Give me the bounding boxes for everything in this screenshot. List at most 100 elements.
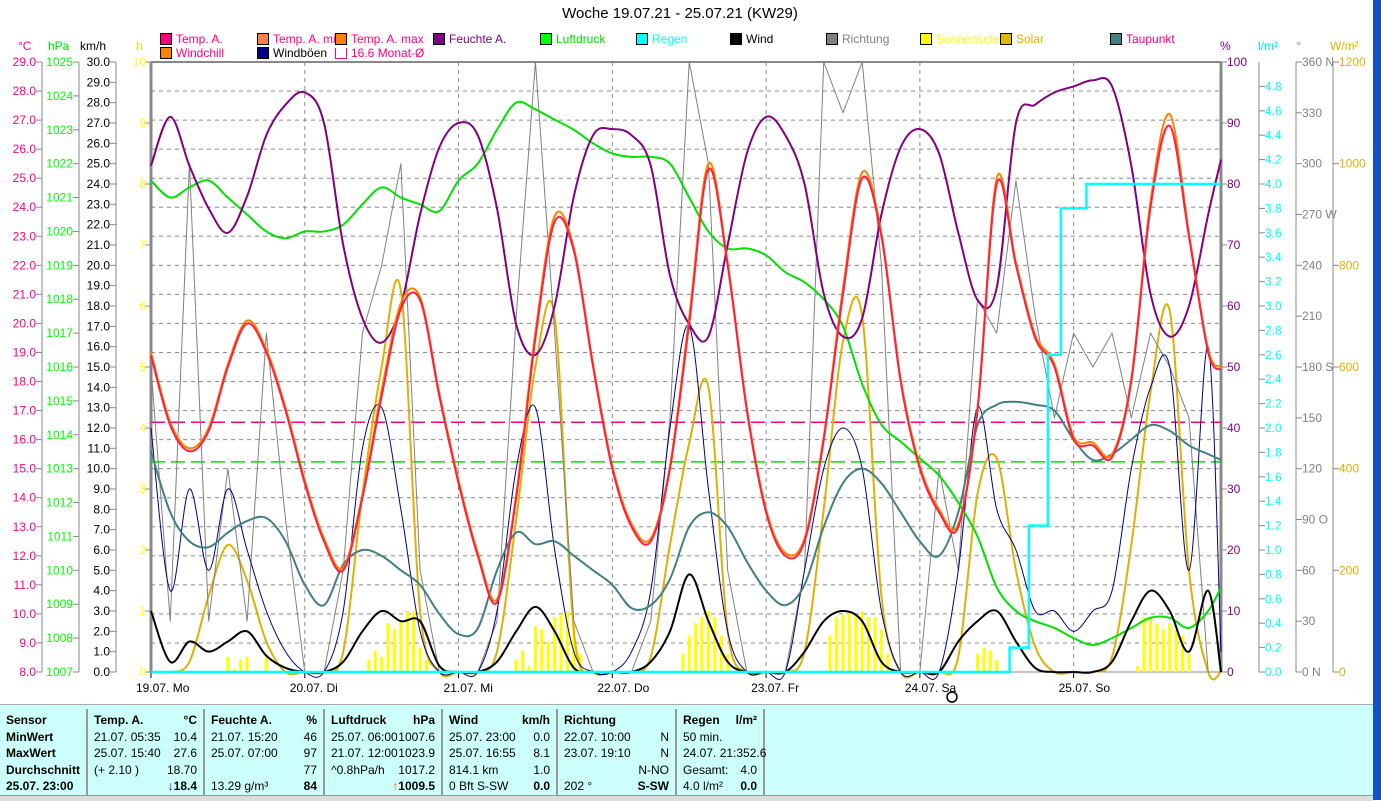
stats-cell-value: 4.0 xyxy=(740,763,757,779)
stats-value-text: 1017.2 xyxy=(398,762,435,777)
stats-column: Temp. A. °C 21.07. 05:35 10.4 25.07. 15:40 27… xyxy=(88,709,205,795)
tick-label-kmh: 11.0 xyxy=(88,441,111,455)
stats-value-text: 84 xyxy=(303,779,317,793)
tick-label-deg: 330 xyxy=(1302,106,1322,120)
stats-cell-value: l/m² xyxy=(736,713,757,729)
stats-row: 77 xyxy=(211,763,317,779)
sunshine-bar xyxy=(245,656,249,672)
sunshine-bar xyxy=(399,620,403,672)
tick-label-h: 9 xyxy=(139,116,146,130)
stats-cell-label: 0 Bft S-SW xyxy=(449,779,509,793)
tick-label-hpa: 1019 xyxy=(46,258,73,272)
stats-value-text: 77 xyxy=(303,762,317,777)
stats-cell-label: 25.07. 07:00 xyxy=(211,746,278,760)
tick-label-hpa: 1008 xyxy=(46,631,73,645)
stats-cell-label: Luftdruck xyxy=(331,713,387,727)
tick-label-pct: 50 xyxy=(1227,360,1241,374)
sunshine-bar xyxy=(835,617,839,672)
sunshine-bar xyxy=(1161,629,1165,672)
sunshine-bar xyxy=(1136,665,1140,672)
tick-label-h: 4 xyxy=(139,421,146,435)
stats-row: 0 Bft S-SW 0.0 xyxy=(449,779,550,795)
weather-chart: 8.09.010.011.012.013.014.015.016.017.018… xyxy=(13,55,1366,703)
tick-label-kmh: 13.0 xyxy=(87,401,111,415)
tick-label-rain: 4.2 xyxy=(1265,153,1282,167)
stats-cell-value: hPa xyxy=(413,713,435,729)
tick-label-deg: 270 W xyxy=(1302,208,1337,222)
stats-value-text: 0.0 xyxy=(740,779,757,793)
tick-label-deg: 180 S xyxy=(1302,360,1333,374)
tick-label-c: 20.0 xyxy=(13,316,37,330)
stats-cell-value: 1.0 xyxy=(533,763,550,779)
tick-label-kmh: 29.0 xyxy=(87,75,111,89)
tick-label-kmh: 24.0 xyxy=(87,177,111,191)
stats-value-text: 0.0 xyxy=(533,779,550,793)
sunshine-bar xyxy=(226,656,230,672)
tick-label-rain: 4.8 xyxy=(1265,79,1282,93)
stats-cell-value: 84 xyxy=(304,779,317,795)
stats-row: MinWert xyxy=(6,730,80,746)
tick-label-rain: 2.8 xyxy=(1265,323,1282,337)
tick-label-hpa: 1012 xyxy=(46,496,73,510)
tick-label-kmh: 3.0 xyxy=(93,604,110,618)
tick-label-kmh: 12.0 xyxy=(87,421,111,435)
stats-value-text: 27.6 xyxy=(173,746,197,760)
tick-label-hpa: 1025 xyxy=(46,55,73,69)
tick-label-rain: 3.4 xyxy=(1265,250,1282,264)
stats-row: 23.07. 19:10 N xyxy=(564,746,669,762)
stats-value-text: 2.6 xyxy=(749,746,767,760)
series-line-regen xyxy=(151,182,1221,674)
tick-label-c: 28.0 xyxy=(13,84,37,98)
stats-cell-label: Richtung xyxy=(564,713,616,727)
tick-label-deg: 210 xyxy=(1302,309,1322,323)
tick-label-pct: 70 xyxy=(1227,238,1241,252)
tick-label-h: 0 xyxy=(139,665,146,679)
tick-label-hpa: 1015 xyxy=(46,394,73,408)
tick-label-kmh: 5.0 xyxy=(93,563,110,577)
tick-label-kmh: 4.0 xyxy=(93,584,110,598)
tick-label-deg: 360 N xyxy=(1302,55,1334,69)
stats-value-text: 10.4 xyxy=(173,729,197,744)
sunshine-bar xyxy=(367,659,371,672)
stats-value-text: km/h xyxy=(521,713,550,727)
tick-label-h: 7 xyxy=(139,238,146,252)
stats-cell-label: 25.07. 06:00 xyxy=(331,729,398,744)
tick-label-kmh: 14.0 xyxy=(87,380,111,394)
sunshine-bar xyxy=(1174,629,1178,672)
stats-cell-value: ↓18.4 xyxy=(168,779,197,795)
sunshine-bar xyxy=(373,650,377,672)
stats-header: Luftdruck hPa xyxy=(331,713,435,729)
tick-label-kmh: 18.0 xyxy=(87,299,111,313)
stats-cell-label: 814.1 km xyxy=(449,762,499,777)
sunshine-bar xyxy=(879,629,883,672)
stats-cell-label: 24.07. 21:35 xyxy=(683,746,750,760)
tick-label-wm2: 200 xyxy=(1339,563,1359,577)
tick-label-wm2: 400 xyxy=(1339,462,1359,476)
tick-label-c: 25.0 xyxy=(13,171,37,185)
tick-label-rain: 3.0 xyxy=(1265,299,1282,313)
sunshine-bar xyxy=(514,659,518,672)
tick-label-kmh: 10.0 xyxy=(87,462,111,476)
tick-label-h: 3 xyxy=(139,482,146,496)
sunshine-bar xyxy=(533,626,537,672)
tick-label-rain: 3.6 xyxy=(1265,226,1282,240)
stats-value-text: 1007.6 xyxy=(398,729,435,744)
sunshine-bar xyxy=(418,647,422,672)
stats-cell-value: 0.0 xyxy=(533,779,550,795)
stats-row: 24.07. 21:35 2.6 xyxy=(683,746,766,762)
day-label: 22.07. Do xyxy=(597,681,649,695)
stats-value-text: % xyxy=(306,713,317,727)
tick-label-deg: 300 xyxy=(1302,157,1322,171)
tick-label-h: 5 xyxy=(139,360,146,374)
stats-cell-label: 25.07. 16:55 xyxy=(449,746,516,760)
tick-label-kmh: 23.0 xyxy=(87,197,111,211)
tick-label-hpa: 1011 xyxy=(47,529,73,543)
stats-row: 4.0 l/m² 0.0 xyxy=(683,779,757,795)
sunshine-bar xyxy=(995,659,999,672)
tick-label-kmh: 15.0 xyxy=(87,360,111,374)
stats-header: Richtung xyxy=(564,713,669,729)
stats-cell-label: 50 min. xyxy=(683,729,723,744)
tick-label-wm2: 0 xyxy=(1339,665,1346,679)
tick-label-kmh: 9.0 xyxy=(93,482,110,496)
stats-cell-label: Gesamt: xyxy=(683,762,729,777)
